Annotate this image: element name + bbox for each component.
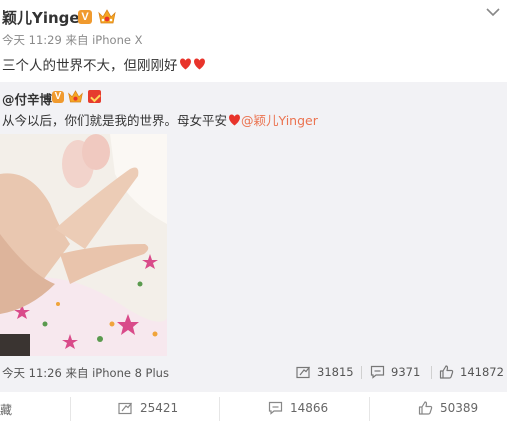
- repost-repost-count[interactable]: 31815: [296, 365, 354, 379]
- repost-text-content: 从今以后，你们就是我的世界。母女平安: [2, 113, 228, 128]
- post-time[interactable]: 今天 11:29: [2, 33, 62, 47]
- comment-icon: [268, 401, 283, 415]
- chevron-down-icon[interactable]: [486, 2, 500, 17]
- favorite-button[interactable]: 收藏: [0, 401, 12, 418]
- divider: [70, 397, 71, 421]
- vip-crown-icon: [97, 8, 117, 25]
- divider: [361, 366, 362, 379]
- repost-username[interactable]: @付辛博: [2, 89, 52, 108]
- divider: [431, 366, 432, 379]
- thumbs-up-icon: [439, 365, 454, 379]
- repost-source-prefix: 来自: [65, 366, 89, 380]
- red-badge-icon: [88, 90, 101, 103]
- like-count: 50389: [440, 401, 479, 415]
- like-button[interactable]: 50389: [418, 401, 478, 415]
- verified-badge-icon: V: [52, 91, 64, 103]
- divider: [219, 397, 220, 421]
- post-text-content: 三个人的世界不大，但刚刚好: [2, 58, 178, 74]
- repost-text: 从今以后，你们就是我的世界。母女平安 @颖儿Yinger: [2, 110, 318, 129]
- comment-icon: [370, 365, 385, 379]
- repost-like-count[interactable]: 141872: [439, 365, 504, 379]
- post-username[interactable]: 颖儿Yinger: [2, 7, 87, 28]
- post-meta: 今天 11:29 来自 iPhone X: [2, 32, 142, 48]
- repost-button[interactable]: 25421: [118, 401, 178, 415]
- comment-count: 14866: [290, 401, 329, 415]
- repost-like-value: 141872: [460, 365, 504, 379]
- repost-source[interactable]: iPhone 8 Plus: [92, 366, 169, 380]
- verified-badge-icon: V: [78, 10, 92, 24]
- repost-meta: 今天 11:26 来自 iPhone 8 Plus: [2, 365, 169, 381]
- repost-icon: [118, 402, 132, 415]
- divider: [369, 397, 370, 421]
- post-source[interactable]: iPhone X: [92, 33, 142, 47]
- repost-photo[interactable]: [0, 134, 167, 356]
- post-text: 三个人的世界不大，但刚刚好: [2, 54, 206, 74]
- thumbs-up-icon: [418, 401, 433, 415]
- heart-emoji-icon: [179, 58, 192, 70]
- repost-repost-value: 31815: [317, 365, 354, 379]
- repost-icon: [296, 366, 310, 379]
- repost-count: 25421: [140, 401, 179, 415]
- heart-emoji-icon: [228, 114, 241, 126]
- favorite-label: 收藏: [0, 403, 13, 417]
- repost-time[interactable]: 今天 11:26: [2, 366, 62, 380]
- vip-crown-icon: [67, 89, 84, 104]
- repost-mention-link[interactable]: @颖儿Yinger: [241, 110, 318, 129]
- comment-button[interactable]: 14866: [268, 401, 328, 415]
- heart-emoji-icon: [193, 58, 206, 70]
- repost-comment-value: 9371: [391, 365, 421, 379]
- repost-comment-count[interactable]: 9371: [370, 365, 420, 379]
- post-source-prefix: 来自: [65, 33, 89, 47]
